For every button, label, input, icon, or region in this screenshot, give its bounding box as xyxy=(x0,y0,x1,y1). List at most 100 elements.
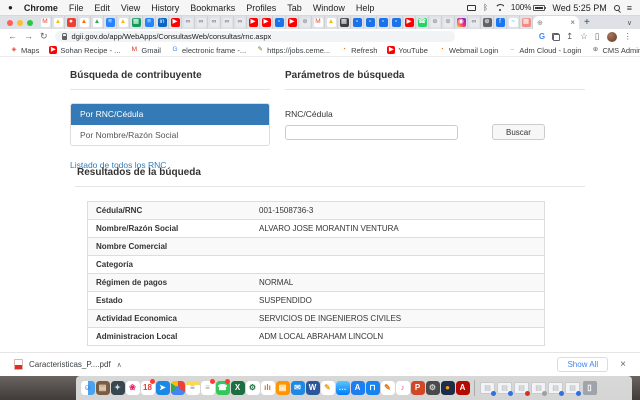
menu-clock[interactable]: Wed 5:25 PM xyxy=(552,3,606,13)
notification-center-icon[interactable]: ≡ xyxy=(627,3,632,13)
browser-tab[interactable]: ▫ xyxy=(390,16,403,29)
google-extension-icon[interactable]: G xyxy=(539,32,545,41)
more-menu-icon[interactable]: ⋮ xyxy=(624,32,633,41)
dock-app-icon[interactable]: ▤ xyxy=(95,379,110,397)
menu-item[interactable]: Window xyxy=(313,3,345,13)
browser-tab[interactable]: ⊕ xyxy=(481,16,494,29)
browser-tab[interactable]: ▦ xyxy=(130,16,143,29)
browser-tab[interactable]: ▦ xyxy=(338,16,351,29)
dock-app-icon[interactable]: ➤ xyxy=(155,379,170,397)
active-tab[interactable]: ⊕ × xyxy=(533,16,579,29)
browser-tab[interactable]: f xyxy=(494,16,507,29)
download-chevron-icon[interactable]: ∧ xyxy=(117,361,122,369)
browser-tab[interactable]: ▫ xyxy=(377,16,390,29)
minimized-window-icon[interactable]: ▤ xyxy=(530,379,547,397)
browser-tab[interactable]: ⊕ xyxy=(299,16,312,29)
buscar-button[interactable]: Buscar xyxy=(492,124,545,140)
show-all-button[interactable]: Show All xyxy=(557,357,608,372)
apple-menu-icon[interactable]: ● xyxy=(8,4,13,12)
bookmark-item[interactable]: – Adm Cloud - Login xyxy=(508,46,581,55)
menu-item[interactable]: Edit xyxy=(94,3,110,13)
minimize-window-button[interactable] xyxy=(17,20,23,26)
dock-app-icon[interactable]: ▤ xyxy=(275,379,290,397)
rnc-cedula-input[interactable] xyxy=(285,125,458,140)
tab-search-chevron-icon[interactable]: ∨ xyxy=(627,19,632,27)
bookmark-item[interactable]: ✎ https://jobs.ceme... xyxy=(256,46,330,55)
dock-app-icon[interactable]: ☎ xyxy=(215,379,230,397)
browser-tab[interactable]: ▲ xyxy=(91,16,104,29)
browser-tab[interactable]: ▶ xyxy=(403,16,416,29)
bookmark-item[interactable]: ▶ YouTube xyxy=(387,46,427,55)
trash-icon[interactable]: ▯ xyxy=(582,379,597,397)
browser-tab[interactable]: ∞ xyxy=(221,16,234,29)
minimized-window-icon[interactable]: ▤ xyxy=(513,379,530,397)
dock-app-icon[interactable]: A xyxy=(455,379,470,397)
dock-app-icon[interactable]: ≡ xyxy=(200,379,215,397)
share-icon[interactable]: ↥ xyxy=(566,32,573,41)
spotlight-icon[interactable] xyxy=(614,5,620,11)
browser-tab[interactable]: ▲ xyxy=(325,16,338,29)
browser-tab[interactable]: ≡ xyxy=(104,16,117,29)
sidebar-icon[interactable]: ▯ xyxy=(595,32,600,41)
zoom-window-button[interactable] xyxy=(27,20,33,26)
bookmark-item[interactable]: ◈ Maps xyxy=(10,46,39,55)
menu-item[interactable]: Profiles xyxy=(246,3,276,13)
menu-item[interactable]: View xyxy=(121,3,140,13)
browser-tab[interactable]: ∞ xyxy=(234,16,247,29)
browser-tab[interactable]: ● xyxy=(65,16,78,29)
dock-app-icon[interactable]: P xyxy=(410,379,425,397)
dock-app-icon[interactable]: X xyxy=(230,379,245,397)
browser-tab[interactable]: ▲ xyxy=(117,16,130,29)
browser-tab[interactable]: M xyxy=(312,16,325,29)
browser-tab[interactable]: ▫ xyxy=(273,16,286,29)
dock-app-icon[interactable]: ≡ xyxy=(185,379,200,397)
new-tab-button[interactable]: + xyxy=(584,18,590,28)
dock-app-icon[interactable]: ✎ xyxy=(380,379,395,397)
dock-app-icon[interactable]: A xyxy=(350,379,365,397)
dock-app-icon[interactable]: ✉ xyxy=(290,379,305,397)
download-filename[interactable]: Caracteristicas_P....pdf xyxy=(29,360,111,369)
browser-tab[interactable]: ▦ xyxy=(520,16,533,29)
minimized-window-icon[interactable]: ▤ xyxy=(564,379,581,397)
dock-app-icon[interactable]: ılı xyxy=(260,379,275,397)
bookmark-item[interactable]: ▶ Sohan Recipe - ... xyxy=(49,46,120,55)
browser-tab[interactable]: ▶ xyxy=(286,16,299,29)
dock-app-icon[interactable]: ✎ xyxy=(320,379,335,397)
dock-app-icon[interactable]: ⚙ xyxy=(245,379,260,397)
browser-tab[interactable]: ∞ xyxy=(468,16,481,29)
browser-tab[interactable]: ▫ xyxy=(364,16,377,29)
dock-app-icon[interactable]: ⊓ xyxy=(365,379,380,397)
dock-app-icon[interactable]: ● xyxy=(440,379,455,397)
browser-tab[interactable]: ▫ xyxy=(351,16,364,29)
browser-tab[interactable]: M xyxy=(39,16,52,29)
dock-app-icon[interactable]: ⚙ xyxy=(425,379,440,397)
menu-item[interactable]: File xyxy=(69,3,84,13)
bluetooth-icon[interactable]: ᛒ xyxy=(483,3,488,12)
bookmark-item[interactable]: ◔ Webmail Login xyxy=(438,46,498,55)
dock-app-icon[interactable]: ✦ xyxy=(110,379,125,397)
address-bar[interactable]: dgii.gov.do/app/WebApps/ConsultasWeb/con… xyxy=(55,31,455,42)
reload-button[interactable]: ↻ xyxy=(40,32,48,41)
close-window-button[interactable] xyxy=(7,20,13,26)
bookmark-item[interactable]: ◔ Refresh xyxy=(340,46,377,55)
browser-tab[interactable]: ⊕ xyxy=(429,16,442,29)
tab-close-icon[interactable]: × xyxy=(570,19,575,27)
menu-item[interactable]: Bookmarks xyxy=(190,3,235,13)
browser-tab[interactable]: ~ xyxy=(507,16,520,29)
battery-indicator[interactable]: 100% xyxy=(511,3,545,12)
tab-por-rnc-cedula[interactable]: Por RNC/Cédula xyxy=(71,104,269,125)
back-button[interactable]: ← xyxy=(8,32,17,41)
browser-tab[interactable]: ∞ xyxy=(208,16,221,29)
forward-button[interactable]: → xyxy=(24,32,33,41)
bookmark-item[interactable]: M Gmail xyxy=(130,46,161,55)
bookmark-star-icon[interactable]: ☆ xyxy=(580,32,588,41)
wifi-icon[interactable] xyxy=(495,4,504,11)
browser-tab[interactable]: ⊕ xyxy=(442,16,455,29)
dock-app-icon[interactable]: ☺ xyxy=(80,379,95,397)
dock-app-icon[interactable]: 18 xyxy=(140,379,155,397)
browser-tab[interactable]: ▲ xyxy=(52,16,65,29)
download-bar-close-icon[interactable]: × xyxy=(620,360,626,370)
browser-tab[interactable]: ◉ xyxy=(455,16,468,29)
menu-item[interactable]: History xyxy=(151,3,179,13)
bookmark-item[interactable]: G electronic frame -... xyxy=(171,46,246,55)
